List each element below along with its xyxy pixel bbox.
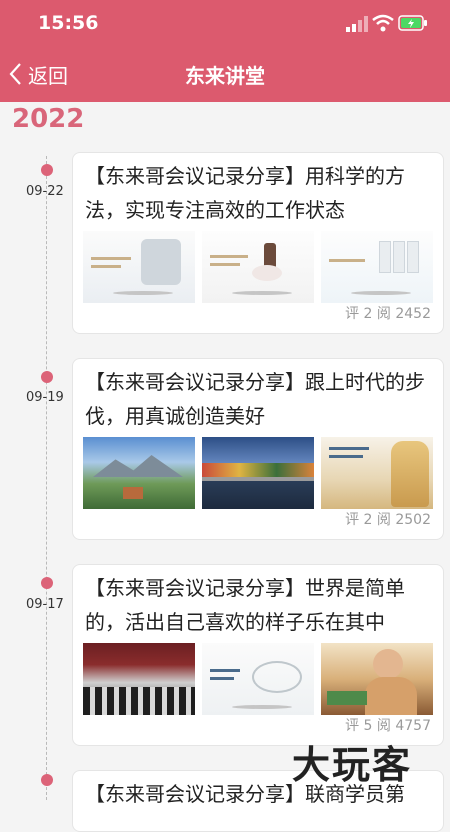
article-thumbnail xyxy=(202,437,314,509)
article-date: 09-19 xyxy=(26,390,64,405)
article-stats: 评 5 阅 4757 xyxy=(345,718,431,734)
article-thumbnail xyxy=(321,231,433,303)
timeline-dot xyxy=(41,774,53,786)
article-date: 09-22 xyxy=(26,184,64,199)
article-thumbnails xyxy=(83,231,433,303)
watermark: 大玩客 xyxy=(292,743,413,787)
article-title: 【东来哥会议记录分享】跟上时代的步伐，用真诚创造美好 xyxy=(85,370,425,428)
timeline-dot xyxy=(41,577,53,589)
timeline-line xyxy=(46,156,47,800)
article-card[interactable]: 【东来哥会议记录分享】世界是简单的，活出自己喜欢的样子乐在其中 评 5 阅 47… xyxy=(72,564,444,746)
article-title: 【东来哥会议记录分享】用科学的方法，实现专注高效的工作状态 xyxy=(85,164,405,222)
article-thumbnail xyxy=(202,231,314,303)
article-thumbnails xyxy=(83,437,433,509)
article-stats: 评 2 阅 2452 xyxy=(345,306,431,322)
status-bar: 15:56 xyxy=(0,0,450,48)
article-thumbnail xyxy=(321,437,433,509)
wifi-icon xyxy=(372,14,394,32)
nav-bar: 返回 东来讲堂 xyxy=(0,48,450,102)
article-date: 09-17 xyxy=(26,597,64,612)
article-thumbnail xyxy=(83,437,195,509)
timeline-dot xyxy=(41,371,53,383)
page-title: 东来讲堂 xyxy=(185,64,265,88)
article-card[interactable]: 【东来哥会议记录分享】用科学的方法，实现专注高效的工作状态 评 2 阅 2452 xyxy=(72,152,444,334)
timeline-year: 2022 xyxy=(12,104,85,134)
article-card[interactable]: 【东来哥会议记录分享】跟上时代的步伐，用真诚创造美好 评 2 阅 2502 xyxy=(72,358,444,540)
status-time: 15:56 xyxy=(38,12,99,34)
article-thumbnail xyxy=(202,643,314,715)
article-stats: 评 2 阅 2502 xyxy=(345,512,431,528)
article-title: 【东来哥会议记录分享】世界是简单的，活出自己喜欢的样子乐在其中 xyxy=(85,576,405,634)
article-thumbnails xyxy=(83,643,433,715)
battery-icon xyxy=(398,15,427,31)
app-header: 15:56 返回 东来讲堂 xyxy=(0,0,450,102)
article-thumbnail xyxy=(83,643,195,715)
timeline-dot xyxy=(41,164,53,176)
article-thumbnail xyxy=(83,231,195,303)
article-thumbnail xyxy=(321,643,433,715)
signal-icon xyxy=(346,16,368,32)
